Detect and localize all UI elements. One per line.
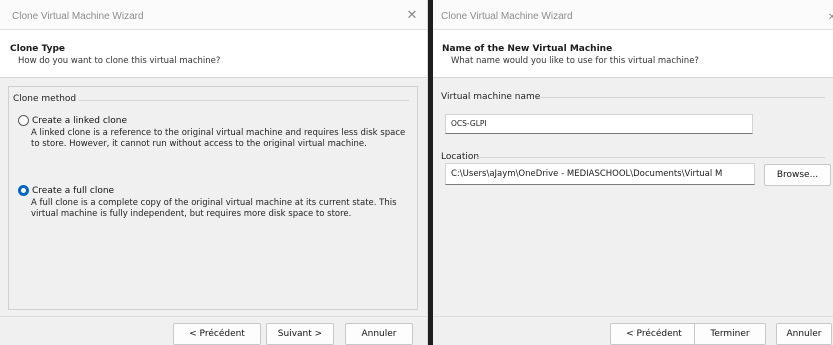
- close-icon[interactable]: ✕: [405, 9, 419, 23]
- next-button[interactable]: Suivant >: [266, 323, 334, 345]
- footer-divider: [0, 316, 427, 317]
- vm-name-label: Virtual machine name: [441, 92, 541, 102]
- location-divider: [477, 157, 825, 158]
- radio-checked-icon[interactable]: [18, 185, 29, 196]
- footer-divider: [433, 316, 833, 317]
- page-title: Name of the New Virtual Machine: [442, 44, 613, 54]
- full-clone-option[interactable]: Create a full clone: [18, 185, 114, 196]
- back-button[interactable]: < Précédent: [173, 323, 261, 345]
- name-divider: [537, 97, 825, 98]
- title-bar: Clone Virtual Machine Wizard ✕: [0, 0, 427, 30]
- wizard-header: Clone Type How do you want to clone this…: [0, 30, 427, 78]
- full-clone-description: A full clone is a complete copy of the o…: [31, 198, 397, 219]
- browse-button[interactable]: Browse...: [764, 164, 831, 186]
- clone-wizard-window-name: Clone Virtual Machine Wizard ✕ Name of t…: [433, 0, 833, 345]
- clone-method-group: Clone method Create a linked clone A lin…: [8, 86, 418, 310]
- close-icon[interactable]: ✕: [825, 11, 833, 25]
- linked-clone-option[interactable]: Create a linked clone: [18, 115, 127, 126]
- clone-wizard-window-clone-type: Clone Virtual Machine Wizard ✕ Clone Typ…: [0, 0, 428, 345]
- window-title: Clone Virtual Machine Wizard: [12, 11, 144, 22]
- location-label: Location: [441, 152, 480, 162]
- back-button[interactable]: < Précédent: [610, 323, 698, 345]
- linked-clone-label[interactable]: Create a linked clone: [32, 116, 127, 126]
- location-input[interactable]: C:\Users\aJaym\OneDrive - MEDIASCHOOL\Do…: [445, 163, 755, 185]
- page-title: Clone Type: [10, 44, 66, 54]
- page-subtitle: How do you want to clone this virtual ma…: [18, 56, 221, 66]
- cancel-button[interactable]: Annuler: [776, 323, 832, 345]
- linked-clone-description: A linked clone is a reference to the ori…: [31, 128, 406, 149]
- clone-method-label: Clone method: [13, 94, 80, 104]
- page-subtitle: What name would you like to use for this…: [451, 56, 699, 66]
- radio-unchecked-icon[interactable]: [18, 115, 29, 126]
- wizard-header: Name of the New Virtual Machine What nam…: [433, 30, 833, 78]
- group-divider: [71, 100, 409, 101]
- finish-button[interactable]: Terminer: [694, 323, 766, 345]
- vm-name-input[interactable]: OCS-GLPI: [445, 114, 753, 134]
- full-clone-label[interactable]: Create a full clone: [32, 186, 114, 196]
- cancel-button[interactable]: Annuler: [345, 323, 413, 345]
- title-bar: Clone Virtual Machine Wizard ✕: [433, 0, 833, 30]
- window-title: Clone Virtual Machine Wizard: [441, 11, 573, 22]
